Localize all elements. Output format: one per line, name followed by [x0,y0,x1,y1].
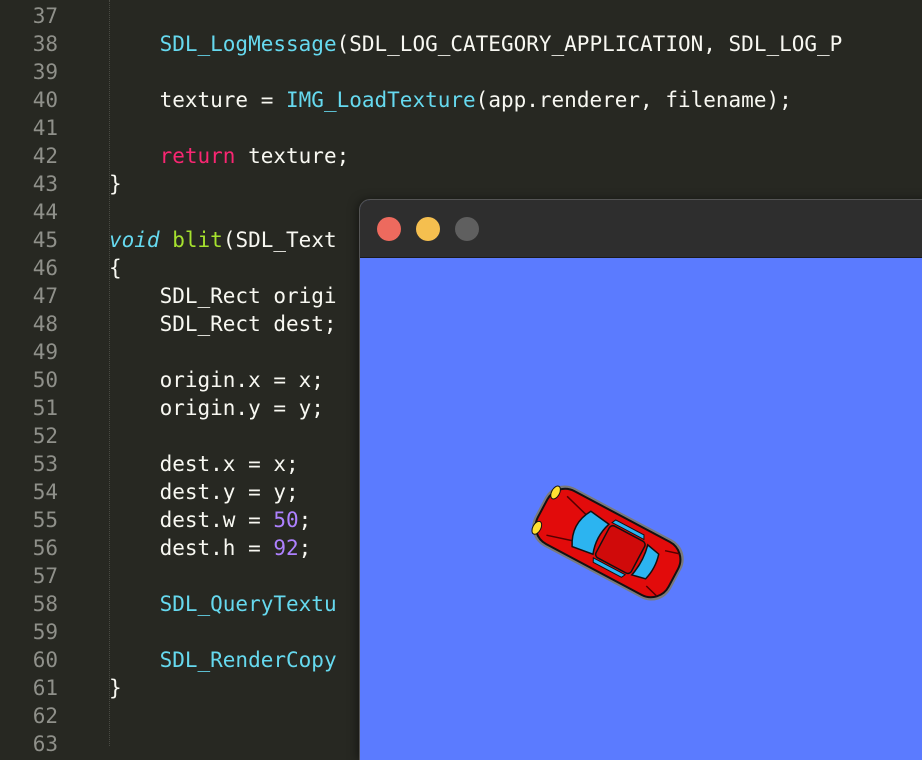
code-line[interactable]: 40 texture = IMG_LoadTexture(app.rendere… [0,86,922,114]
code-text: SDL_Rect origi [109,282,337,310]
line-number: 56 [32,536,58,560]
code-text: dest.w = 50; [109,506,312,534]
line-number: 57 [32,564,58,588]
code-token: } [109,676,122,700]
code-token: void [109,228,160,252]
minimize-button[interactable] [416,217,440,241]
code-token: return [159,144,236,168]
code-line[interactable]: 41 [0,114,922,142]
line-number: 37 [32,4,58,28]
line-number: 55 [32,508,58,532]
code-text: SDL_QueryTextu [109,590,337,618]
line-number: 38 [32,32,58,56]
code-line[interactable]: 37 [0,2,922,30]
code-token: dest.x = x; [109,452,299,476]
code-text: dest.y = y; [109,478,299,506]
code-token: origin.x = x; [109,368,324,392]
line-number: 60 [32,648,58,672]
window-titlebar[interactable] [360,200,922,258]
code-text: SDL_RenderCopy [109,646,337,674]
code-token: origin.y = y; [109,396,324,420]
line-number: 39 [32,60,58,84]
code-token: texture; [235,144,350,168]
code-text: } [109,170,122,198]
code-text: return texture; [109,142,350,170]
line-number: 48 [32,312,58,336]
line-number: 43 [32,172,58,196]
code-token: (SDL_Text [222,228,337,252]
code-token: 92 [273,536,299,560]
line-number: 52 [32,424,58,448]
code-text: dest.x = x; [109,450,299,478]
close-button[interactable] [377,217,401,241]
code-token: SDL_QueryTextu [159,592,337,616]
code-text: SDL_LogMessage(SDL_LOG_CATEGORY_APPLICAT… [109,30,843,58]
line-number: 54 [32,480,58,504]
code-token: ; [298,508,312,532]
code-token: SDL_LogMessage [159,32,337,56]
code-line[interactable]: 38 SDL_LogMessage(SDL_LOG_CATEGORY_APPLI… [0,30,922,58]
code-token: ; [298,536,312,560]
code-line[interactable]: 42 return texture; [0,142,922,170]
code-text: void blit(SDL_Text [109,226,337,254]
code-token: dest.h = [109,536,274,560]
code-text: } [109,674,122,702]
code-token: dest.w = [109,508,274,532]
code-text: origin.x = x; [109,366,324,394]
line-number: 59 [32,620,58,644]
line-number: 62 [32,704,58,728]
line-number: 53 [32,452,58,476]
sdl-app-window[interactable] [359,199,922,760]
line-number: 61 [32,676,58,700]
line-number: 45 [32,228,58,252]
code-line[interactable]: 43} [0,170,922,198]
code-text: origin.y = y; [109,394,324,422]
code-token: (app.renderer, filename); [475,88,792,112]
code-token: blit [172,228,223,252]
code-text: SDL_Rect dest; [109,310,337,338]
code-token: SDL_RenderCopy [159,648,337,672]
code-token: dest.y = y; [109,480,299,504]
code-token: IMG_LoadTexture [286,88,476,112]
zoom-button[interactable] [455,217,479,241]
code-token: { [109,256,122,280]
code-text: { [109,254,122,282]
line-number: 47 [32,284,58,308]
line-number: 46 [32,256,58,280]
code-token: (SDL_LOG_CATEGORY_APPLICATION, SDL_LOG_P [336,32,843,56]
line-number: 44 [32,200,58,224]
code-token: SDL_Rect dest; [109,312,337,336]
code-line[interactable]: 39 [0,58,922,86]
line-number: 63 [32,732,58,756]
line-number: 58 [32,592,58,616]
code-token: SDL_Rect origi [109,284,337,308]
line-number: 50 [32,368,58,392]
line-number: 40 [32,88,58,112]
line-number: 49 [32,340,58,364]
car-sprite [531,485,684,601]
code-token: texture = [109,88,287,112]
code-text: texture = IMG_LoadTexture(app.renderer, … [109,86,792,114]
render-canvas[interactable] [360,258,922,760]
line-number: 42 [32,144,58,168]
code-text: dest.h = 92; [109,534,312,562]
line-number: 51 [32,396,58,420]
code-token: } [109,172,122,196]
code-token: 50 [273,508,299,532]
line-number: 41 [32,116,58,140]
